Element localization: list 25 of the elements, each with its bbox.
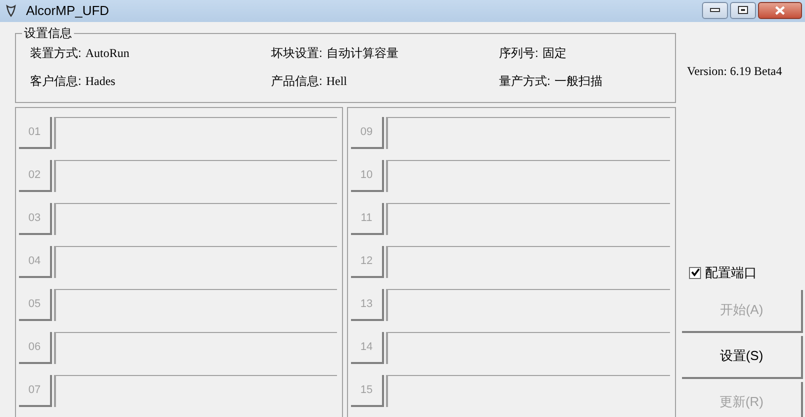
window-title: AlcorMP_UFD [26, 2, 110, 20]
action-button[interactable]: 设置(S) [682, 336, 803, 378]
checkbox-label: 配置端口 [705, 264, 757, 282]
field-label: 序列号: [499, 45, 538, 62]
maximize-button[interactable] [730, 2, 756, 18]
field-label: 坏块设置: [271, 45, 322, 62]
maximize-icon [738, 6, 748, 14]
field-value: Hades [85, 73, 116, 90]
minimize-button[interactable] [702, 2, 728, 18]
field-value: AutoRun [85, 45, 130, 62]
close-button[interactable] [758, 2, 802, 18]
field-value: 固定 [542, 45, 566, 62]
field-value: 自动计算容量 [326, 45, 398, 62]
field-value: 一般扫描 [554, 73, 602, 90]
field-label: 产品信息: [271, 73, 322, 90]
field-label: 量产方式: [499, 73, 550, 90]
field-label: 装置方式: [30, 45, 82, 62]
checkbox[interactable] [689, 266, 701, 279]
field-label: 客户信息: [30, 73, 82, 90]
app-icon [4, 4, 18, 18]
version-label: Version: 6.19 Beta4 [687, 63, 783, 80]
minimize-icon [710, 8, 720, 12]
group-title: 设置信息 [22, 25, 74, 41]
close-icon [775, 6, 785, 14]
field-value: Hell [326, 73, 348, 90]
